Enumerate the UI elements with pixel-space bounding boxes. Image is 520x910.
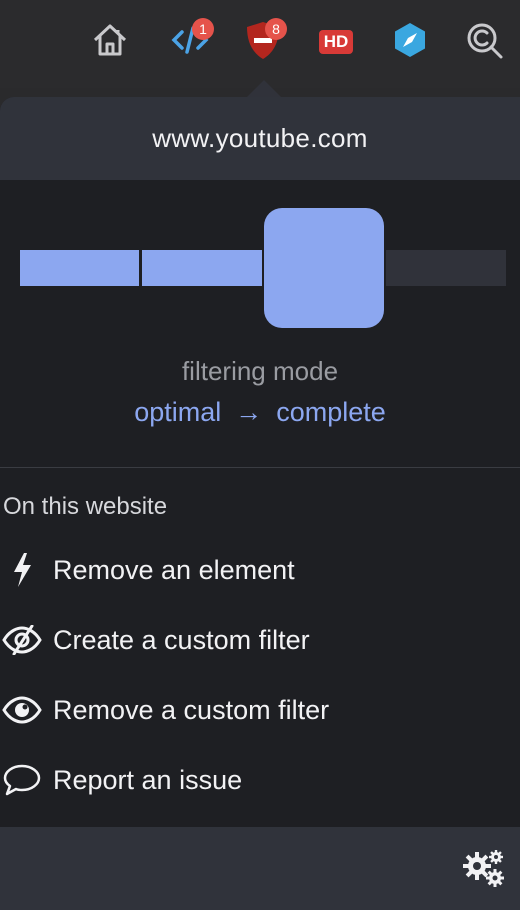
notification-badge: 1 xyxy=(192,18,214,40)
report-issue-button[interactable]: Report an issue xyxy=(0,752,520,808)
hd-extension-button[interactable]: HD xyxy=(314,20,358,64)
menu-item-label: Remove an element xyxy=(53,554,295,585)
mode-to: complete xyxy=(276,397,386,427)
level-segment-1[interactable] xyxy=(20,250,139,286)
browser-toolbar: 1 8 HD xyxy=(0,0,520,98)
popup-footer xyxy=(0,827,520,910)
ublock-popup: www.youtube.com filtering mode optimal → c… xyxy=(0,97,520,910)
lightning-icon xyxy=(0,548,44,592)
compass-extension-button[interactable] xyxy=(388,20,432,64)
search-icon xyxy=(464,20,504,65)
level-segment-4[interactable] xyxy=(386,250,506,286)
menu-item-label: Remove a custom filter xyxy=(53,694,330,725)
dev-extension-button[interactable]: 1 xyxy=(168,18,214,64)
compass-icon xyxy=(390,20,430,65)
settings-button[interactable] xyxy=(462,849,506,893)
menu-item-label: Report an issue xyxy=(53,764,243,795)
level-segment-2[interactable] xyxy=(142,250,262,286)
home-button[interactable] xyxy=(88,20,132,64)
popup-caret xyxy=(246,80,282,98)
filtering-mode-label: filtering mode xyxy=(181,356,339,386)
eye-slash-icon xyxy=(0,618,44,662)
section-title: On this website xyxy=(3,493,168,520)
filtering-mode-slider[interactable] xyxy=(0,180,520,360)
filtering-mode-change: optimal → complete xyxy=(0,397,520,428)
home-icon xyxy=(90,20,130,65)
hd-icon: HD xyxy=(318,30,354,54)
arrow-right-icon: → xyxy=(235,397,263,427)
menu-item-label: Create a custom filter xyxy=(53,624,310,655)
search-button[interactable] xyxy=(462,20,506,64)
create-custom-filter-button[interactable]: Create a custom filter xyxy=(0,612,520,668)
remove-custom-filter-button[interactable]: Remove a custom filter xyxy=(0,682,520,738)
blocked-count-badge: 8 xyxy=(265,18,287,40)
slider-knob[interactable] xyxy=(264,208,384,328)
ublock-button[interactable]: 8 xyxy=(241,18,287,64)
eye-icon xyxy=(0,688,44,732)
speech-bubble-icon xyxy=(0,758,44,802)
mode-from: optimal xyxy=(134,397,222,427)
hostname: www.youtube.com xyxy=(152,123,368,153)
popup-header: www.youtube.com xyxy=(0,97,520,180)
divider xyxy=(0,467,520,468)
gears-icon xyxy=(462,849,506,894)
remove-element-button[interactable]: Remove an element xyxy=(0,542,520,598)
